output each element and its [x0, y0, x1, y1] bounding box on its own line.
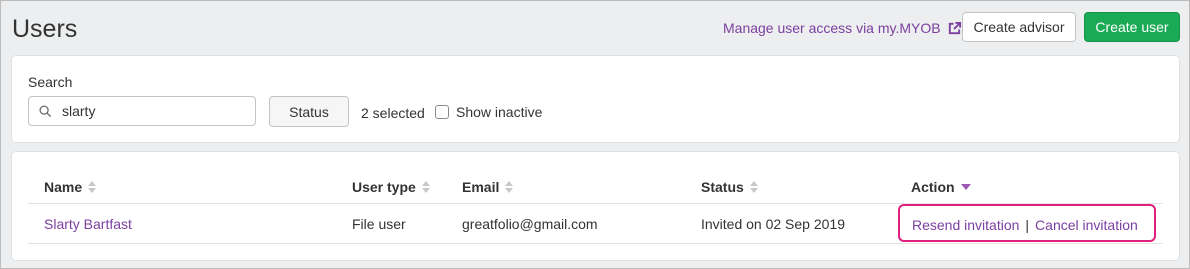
- column-header-name[interactable]: Name: [44, 179, 97, 195]
- search-label: Search: [28, 74, 73, 90]
- sort-icon: [749, 181, 758, 193]
- manage-user-access-link[interactable]: Manage user access via my.MYOB: [723, 20, 962, 36]
- column-header-action[interactable]: Action: [911, 179, 971, 195]
- sort-icon: [88, 181, 97, 193]
- column-header-user-type[interactable]: User type: [352, 179, 430, 195]
- user-type-cell: File user: [352, 216, 406, 232]
- column-header-user-type-label: User type: [352, 179, 416, 195]
- column-header-action-label: Action: [911, 179, 955, 195]
- sort-descending-icon: [960, 184, 971, 190]
- create-advisor-button[interactable]: Create advisor: [962, 12, 1076, 42]
- column-header-email-label: Email: [462, 179, 500, 195]
- show-inactive-checkbox[interactable]: [435, 105, 449, 119]
- sort-icon: [421, 181, 430, 193]
- sort-icon: [505, 181, 514, 193]
- page-title: Users: [12, 15, 78, 43]
- status-filter-button[interactable]: Status: [269, 96, 349, 127]
- column-header-status-label: Status: [701, 179, 744, 195]
- search-input[interactable]: [60, 102, 244, 120]
- manage-link-label: Manage user access via my.MYOB: [723, 20, 941, 36]
- search-field[interactable]: [28, 96, 256, 126]
- column-header-name-label: Name: [44, 179, 83, 195]
- status-cell: Invited on 02 Sep 2019: [701, 216, 846, 232]
- show-inactive-toggle[interactable]: Show inactive: [435, 104, 542, 120]
- selected-count: 2 selected: [361, 105, 425, 121]
- row-divider: [28, 243, 1163, 244]
- email-cell: greatfolio@gmail.com: [462, 216, 598, 232]
- show-inactive-label: Show inactive: [456, 104, 543, 120]
- users-page: Users Manage user access via my.MYOB Cre…: [0, 0, 1190, 269]
- search-icon: [39, 104, 52, 117]
- column-header-email[interactable]: Email: [462, 179, 514, 195]
- user-name-link[interactable]: Slarty Bartfast: [44, 216, 132, 232]
- column-header-status[interactable]: Status: [701, 179, 758, 195]
- cancel-invitation-link[interactable]: Cancel invitation: [1035, 217, 1138, 233]
- resend-invitation-link[interactable]: Resend invitation: [912, 217, 1019, 233]
- create-user-button[interactable]: Create user: [1084, 12, 1180, 42]
- action-cell: Resend invitation | Cancel invitation: [912, 217, 1138, 233]
- external-link-icon: [948, 21, 961, 34]
- page-header: Users Manage user access via my.MYOB Cre…: [1, 1, 1189, 53]
- search-panel: Search Status 2 selected Show inactive: [12, 56, 1179, 142]
- users-table: Name User type Email Status Action Slart…: [12, 152, 1179, 260]
- action-separator: |: [1025, 217, 1030, 233]
